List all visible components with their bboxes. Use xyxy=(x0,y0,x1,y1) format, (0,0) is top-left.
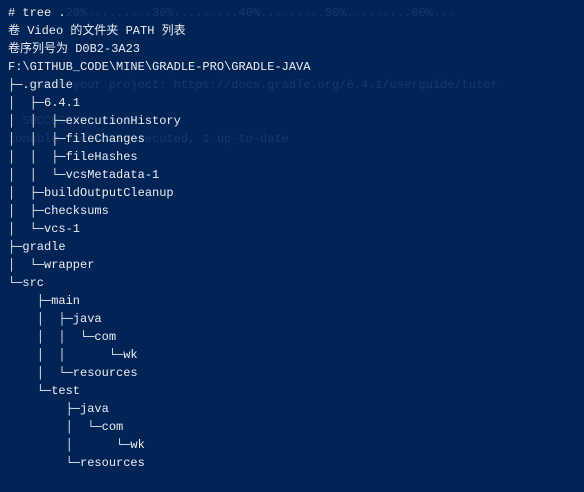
tree-entry: │ │ └─com xyxy=(8,330,117,344)
terminal-output: # tree . 卷 Video 的文件夹 PATH 列表 卷序列号为 D0B2-3… xyxy=(8,4,310,472)
tree-entry: │ └─wk xyxy=(8,438,145,452)
tree-entry: │ ├─java xyxy=(8,312,102,326)
tree-entry: └─resources xyxy=(8,456,145,470)
tree-entry: │ └─com xyxy=(8,420,124,434)
tree-entry: │ └─vcs-1 xyxy=(8,222,81,236)
header-line: 卷 Video 的文件夹 PATH 列表 xyxy=(8,24,186,38)
tree-entry: │ ├─6.4.1 xyxy=(8,96,81,110)
tree-entry: │ │ └─wk xyxy=(8,348,138,362)
tree-entry: │ ├─buildOutputCleanup xyxy=(8,186,174,200)
tree-entry: │ │ └─vcsMetadata-1 xyxy=(8,168,160,182)
tree-entry: ├─main xyxy=(8,294,81,308)
tree-entry: ├─java xyxy=(8,402,109,416)
tree-entry: │ │ ├─fileChanges xyxy=(8,132,145,146)
tree-entry: │ ├─checksums xyxy=(8,204,109,218)
tree-entry: │ │ ├─executionHistory xyxy=(8,114,181,128)
tree-entry: │ └─wrapper xyxy=(8,258,95,272)
command-line: # tree . xyxy=(8,6,66,20)
header-line: 卷序列号为 D0B2-3A23 xyxy=(8,42,141,56)
tree-entry: └─src xyxy=(8,276,45,290)
tree-entry: │ └─resources xyxy=(8,366,138,380)
tree-entry: └─test xyxy=(8,384,81,398)
tree-entry: ├─gradle xyxy=(8,240,66,254)
terminal-window[interactable]: 20%.........30%.........40%.........50%.… xyxy=(0,0,584,492)
header-line: F:\GITHUB_CODE\MINE\GRADLE-PRO\GRADLE-JA… xyxy=(8,60,311,74)
tree-entry: │ │ ├─fileHashes xyxy=(8,150,138,164)
tree-entry: ├─.gradle xyxy=(8,78,73,92)
